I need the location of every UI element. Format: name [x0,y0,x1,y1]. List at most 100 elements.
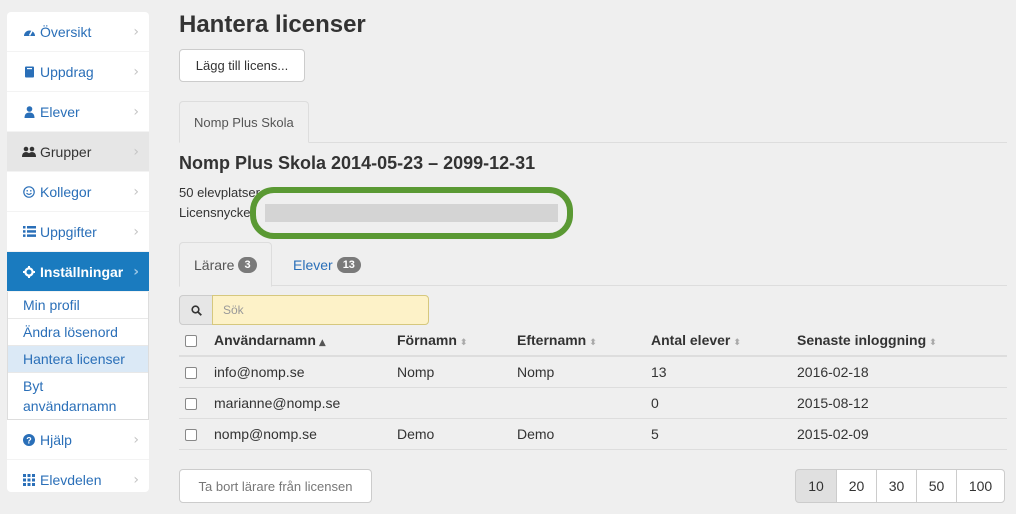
cell-student-count: 5 [651,418,797,450]
subnav-item-byt-anvandarnamn[interactable]: Byt användarnamn [8,373,148,419]
page-size-50[interactable]: 50 [916,469,957,503]
cell-username: info@nomp.se [214,356,397,388]
cell-username: nomp@nomp.se [214,418,397,450]
highlight-annotation [250,187,573,239]
user-icon [22,105,36,119]
page-title: Hantera licenser [179,11,366,38]
search-input[interactable] [212,295,429,325]
sidebar-item-label: Elever [40,103,80,120]
sidebar-item-elevdelen[interactable]: Elevdelen › [7,460,149,492]
column-label: Antal elever [651,332,731,348]
table-header-row: Användarnamn ▲ Förnamn ⬍ Efternamn ⬍ Antal … [179,325,1007,357]
row-checkbox[interactable] [185,428,197,441]
seats-text: 50 elevplatser [179,185,260,200]
cell-student-count: 0 [651,387,797,419]
chevron-right-icon: › [133,24,139,40]
question-icon: ? [22,433,36,447]
page-size-30[interactable]: 30 [876,469,917,503]
sidebar-item-installningar[interactable]: Inställningar › [7,252,149,292]
book-icon [22,65,36,79]
sidebar-item-label: Kollegor [40,183,92,200]
chevron-right-icon: › [133,184,139,200]
sidebar-item-label: Inställningar [40,263,124,280]
grid-icon [22,473,36,487]
license-key-label: Licensnyckel: [179,205,258,220]
cell-lastname: Demo [517,418,651,450]
chevron-right-icon: › [133,264,139,280]
cell-lastname [517,387,651,419]
list-icon [22,225,36,239]
tab-license[interactable]: Nomp Plus Skola [179,101,309,143]
tab-teachers[interactable]: Lärare 3 [179,242,272,287]
cell-last-login: 2015-08-12 [797,387,1007,419]
column-label: Förnamn [397,332,457,348]
sidebar-item-label: Uppgifter [40,223,97,240]
sort-icon: ⬍ [929,338,937,348]
tab-label: Elever [293,256,333,273]
chevron-right-icon: › [133,104,139,120]
page-size-100[interactable]: 100 [956,469,1005,503]
column-header-last-login[interactable]: Senaste inloggning ⬍ [797,325,1007,357]
count-badge: 13 [336,256,361,273]
sidebar-item-elever[interactable]: Elever › [7,92,149,132]
table-row: nomp@nomp.se Demo Demo 5 2015-02-09 [179,418,1007,450]
teachers-table: Användarnamn ▲ Förnamn ⬍ Efternamn ⬍ Antal … [179,325,1007,450]
select-all-header [179,325,214,357]
sidebar-item-uppgifter[interactable]: Uppgifter › [7,212,149,252]
sort-asc-icon: ▲ [318,338,326,348]
count-badge: 3 [238,256,257,273]
chevron-right-icon: › [133,472,139,488]
cell-firstname: Nomp [397,356,517,388]
sidebar-item-label: Grupper [40,143,92,160]
cell-firstname: Demo [397,418,517,450]
tab-label: Lärare [194,256,235,273]
chevron-right-icon: › [133,432,139,448]
cell-username: marianne@nomp.se [214,387,397,419]
row-checkbox[interactable] [185,367,197,380]
column-label: Användarnamn [214,332,316,348]
subnav-item-min-profil[interactable]: Min profil [8,292,148,319]
page-size-10[interactable]: 10 [795,469,837,503]
chevron-right-icon: › [133,144,139,160]
row-select-cell [179,356,214,388]
page-size-20[interactable]: 20 [836,469,877,503]
cell-firstname [397,387,517,419]
sidebar-item-uppdrag[interactable]: Uppdrag › [7,52,149,92]
remove-teacher-button[interactable]: Ta bort lärare från licensen [179,469,372,503]
search-icon [190,304,202,316]
sidebar: Översikt › Uppdrag › Elever › Grupper › … [7,12,149,492]
column-label: Efternamn [517,332,587,348]
cell-last-login: 2015-02-09 [797,418,1007,450]
tab-students[interactable]: Elever 13 [279,242,375,287]
user-tabs: Lärare 3 Elever 13 [179,242,1007,287]
row-select-cell [179,387,214,419]
license-title: Nomp Plus Skola 2014-05-23 – 2099-12-31 [179,153,536,173]
sort-icon: ⬍ [459,338,468,348]
column-header-lastname[interactable]: Efternamn ⬍ [517,325,651,357]
chevron-right-icon: › [133,64,139,80]
sort-icon: ⬍ [589,338,597,348]
page-size-selector: 10 20 30 50 100 [795,469,1005,503]
subnav-item-andra-losenord[interactable]: Ändra lösenord [8,319,148,346]
select-all-checkbox[interactable] [185,335,197,348]
sidebar-item-grupper[interactable]: Grupper › [7,132,149,172]
column-header-firstname[interactable]: Förnamn ⬍ [397,325,517,357]
settings-subnav: Min profil Ändra lösenord Hantera licens… [7,292,149,420]
smile-icon [22,185,36,199]
column-header-username[interactable]: Användarnamn ▲ [214,325,397,357]
table-row: info@nomp.se Nomp Nomp 13 2016-02-18 [179,356,1007,388]
search-button[interactable] [179,295,213,325]
row-checkbox[interactable] [185,397,197,410]
gear-icon [22,265,36,279]
column-label: Senaste inloggning [797,332,927,348]
cell-last-login: 2016-02-18 [797,356,1007,388]
sidebar-item-oversikt[interactable]: Översikt › [7,12,149,52]
sidebar-item-kollegor[interactable]: Kollegor › [7,172,149,212]
table-row: marianne@nomp.se 0 2015-08-12 [179,387,1007,419]
cell-lastname: Nomp [517,356,651,388]
column-header-student-count[interactable]: Antal elever ⬍ [651,325,797,357]
subnav-item-hantera-licenser[interactable]: Hantera licenser [8,346,148,373]
add-license-button[interactable]: Lägg till licens... [179,49,305,82]
sidebar-item-hjalp[interactable]: ? Hjälp › [7,420,149,460]
sort-icon: ⬍ [733,338,741,348]
